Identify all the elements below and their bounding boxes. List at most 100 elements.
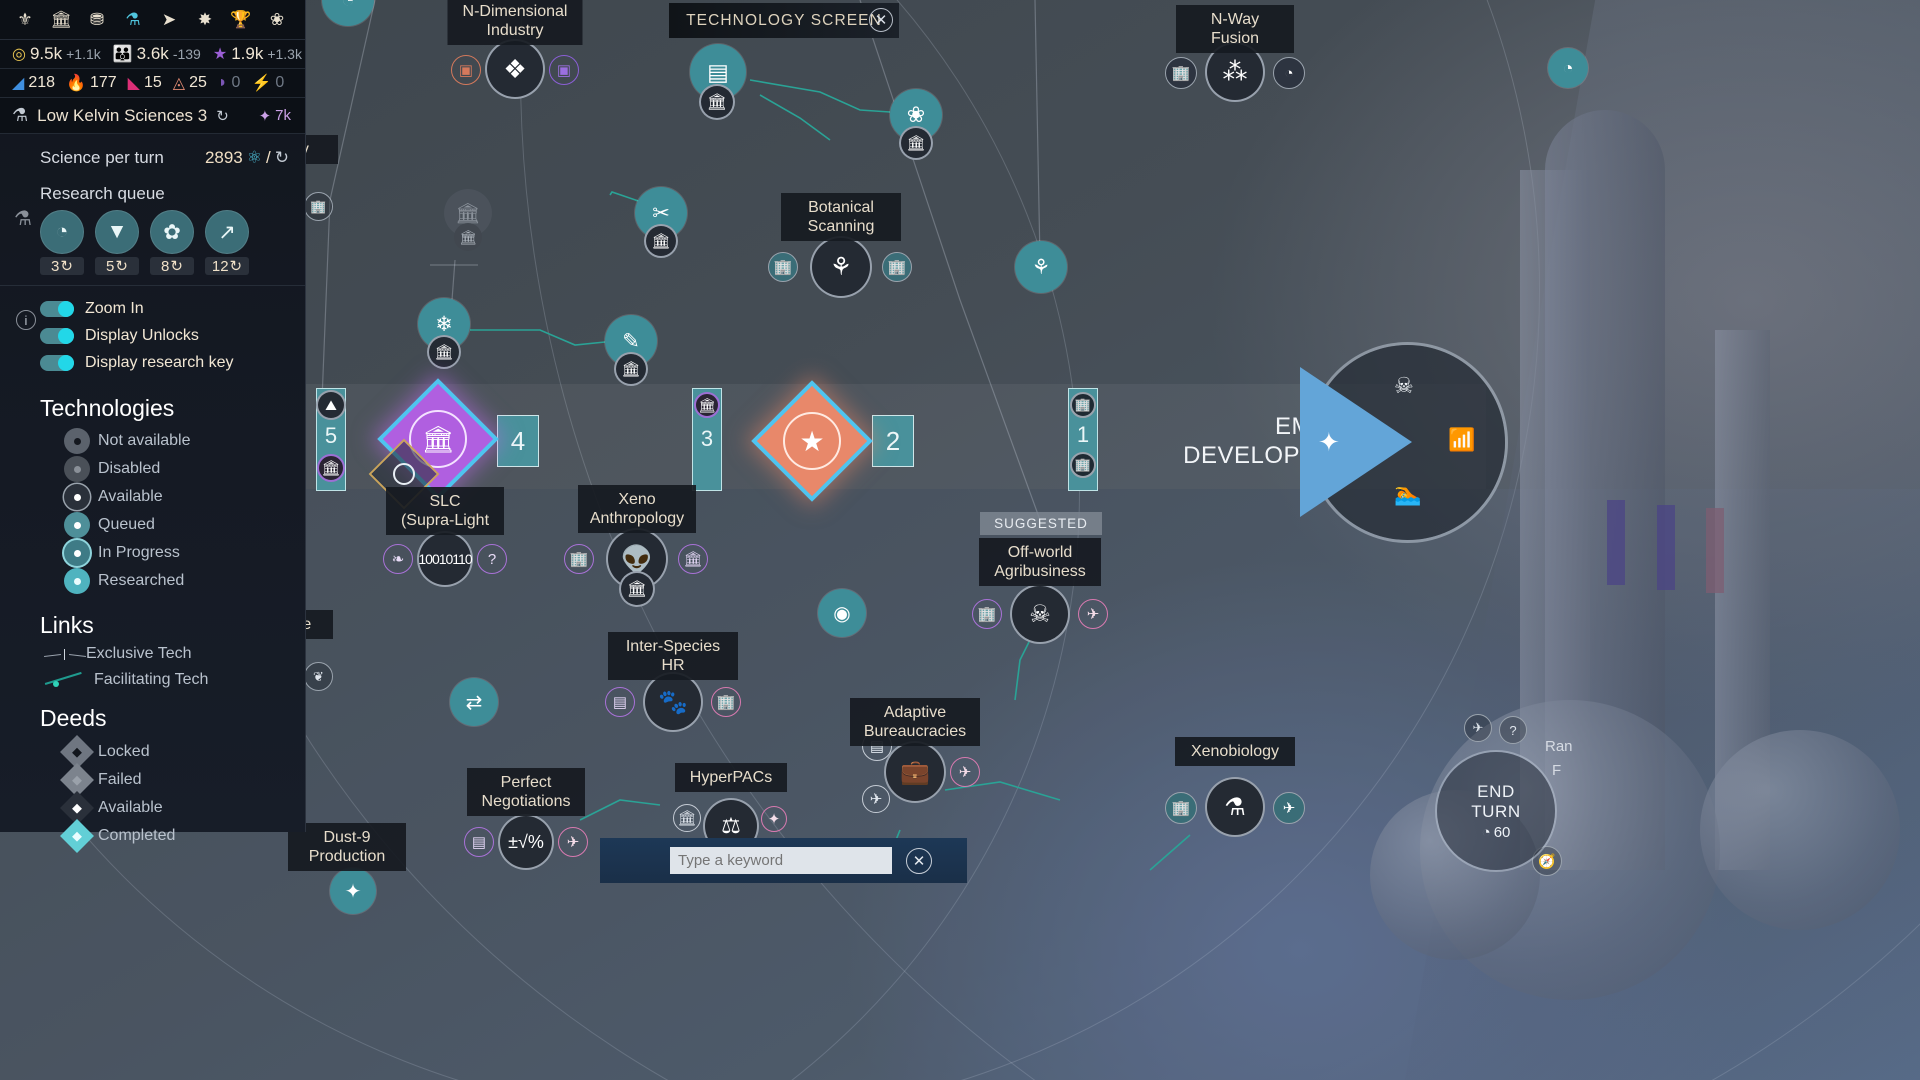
resource-fire[interactable]: 🔥 177 [66, 73, 117, 93]
empire-development-wheel[interactable]: ✦ ☠ 📶 🏊 [1300, 345, 1505, 540]
tech-label-xenobiology[interactable]: Xenobiology [1175, 737, 1295, 766]
close-icon[interactable]: ✕ [869, 8, 893, 32]
end-turn-button[interactable]: END TURN ◔ 60 [1437, 752, 1555, 870]
military-icon[interactable]: ➤ [158, 9, 180, 31]
tech-node-n-dimensional-industry[interactable]: ❖ ▣ ▣ [451, 41, 579, 97]
toggle-display-research-key[interactable]: Display research key [40, 354, 305, 372]
toggle-switch[interactable] [40, 301, 74, 317]
tech-node-xeno-anthropology[interactable]: 👽 🏛 🏢 🏛 [564, 530, 708, 605]
tech-label-botanical-scanning[interactable]: Botanical Scanning [781, 193, 901, 241]
tech-node-teal-a[interactable]: ▤ 🏛 [690, 44, 746, 118]
resource-population[interactable]: 👪 3.6k -139 [113, 44, 201, 64]
toggle-switch[interactable] [40, 355, 74, 371]
research-queue-item[interactable]: ↗ 12 ↻ [205, 210, 249, 275]
tech-node-minor-j[interactable]: ❦ [304, 662, 333, 691]
unlock-chip[interactable]: 🏢 [1165, 792, 1197, 824]
unlock-chip[interactable]: ✈ [862, 785, 890, 813]
tech-label-hyperpacs[interactable]: HyperPACs [675, 763, 787, 792]
influence-icon[interactable]: ✸ [194, 9, 216, 31]
unlock-chip[interactable]: ✦ [761, 806, 787, 832]
close-icon[interactable]: ✕ [906, 847, 932, 874]
search-input[interactable] [670, 847, 892, 874]
resource-influence[interactable]: ★ 1.9k +1.3k [213, 44, 302, 64]
trophy-icon[interactable]: 🏆 [230, 9, 252, 31]
tech-node-minor-i[interactable]: 🏢 [304, 192, 333, 221]
chart-icon[interactable]: 📶 [1448, 427, 1475, 453]
unlock-chip[interactable]: ▤ [464, 827, 494, 857]
tech-label-off-world-agribusiness[interactable]: Off-world Agribusiness [979, 538, 1101, 586]
tech-node-slc-supra-light[interactable]: 10010110 ❧ ? [383, 533, 507, 585]
tech-label-inter-species-hr[interactable]: Inter-Species HR [608, 632, 738, 680]
tech-node-teal-b[interactable]: ❀ 🏛 [890, 89, 942, 158]
unlock-chip[interactable]: 🏢 [564, 544, 594, 574]
tech-node-inter-species-hr[interactable]: 🐾 ▤ 🏢 [605, 674, 741, 730]
unlock-chip[interactable]: 🏛 [673, 804, 701, 832]
tech-node-dust-9-production[interactable]: ✦ [330, 868, 376, 914]
diplomacy-icon[interactable]: ❀ [266, 9, 288, 31]
info-icon[interactable]: i [16, 310, 36, 330]
resource-antimatter[interactable]: ◬ 25 [173, 73, 207, 93]
unlock-chip[interactable]: ✈ [1078, 599, 1108, 629]
resource-energy[interactable]: ⚡ 0 [251, 73, 284, 93]
resource-magenta[interactable]: ◣ 15 [128, 73, 162, 93]
unlock-chip[interactable]: 🏢 [1165, 57, 1197, 89]
unlock-chip[interactable]: 🏢 [972, 599, 1002, 629]
tech-node-teal-d[interactable]: ❄ 🏛 [418, 298, 470, 367]
tech-node-xenobiology[interactable]: ⚗ 🏢 ✈ [1165, 779, 1305, 835]
unlock-chip[interactable]: ? [477, 544, 507, 574]
wheel-side-icon-b[interactable]: ? [1499, 716, 1527, 744]
unlock-chip[interactable]: 🏢 [711, 687, 741, 717]
unlock-chip[interactable]: ▣ [451, 55, 481, 85]
influence-icon: ✦ [258, 107, 272, 125]
tech-node-locked-a[interactable]: 🏛 🏛 [444, 189, 492, 251]
tech-label-n-way-fusion[interactable]: N-Way Fusion [1176, 5, 1294, 53]
unlock-chip[interactable]: 🏢 [768, 252, 798, 282]
tech-node-teal-h[interactable]: ⇄ [450, 678, 498, 726]
tech-label-perfect-negotiations[interactable]: Perfect Negotiations [467, 768, 585, 816]
current-project-row[interactable]: ⚗ Low Kelvin Sciences 3 ↻ ✦ 7k [0, 98, 305, 134]
laurel-icon[interactable]: ⚜ [14, 9, 36, 31]
legend-item-deed-failed: Failed [0, 763, 305, 797]
unlock-chip[interactable]: 🏢 [882, 252, 912, 282]
flask-icon: ⚗ [14, 208, 32, 230]
research-queue-item[interactable]: ▼ 5 ↻ [95, 210, 139, 275]
science-icon[interactable]: ⚗ [122, 9, 144, 31]
tech-node-teal-g[interactable]: ◉ [818, 589, 866, 637]
toggle-display-unlocks[interactable]: Display Unlocks [40, 327, 305, 345]
resource-purple-gem[interactable]: ◗ 0 [218, 74, 241, 92]
unlock-chip[interactable]: ▤ [605, 687, 635, 717]
unlock-chip[interactable]: ❧ [383, 544, 413, 574]
skull-icon[interactable]: ☠ [1394, 373, 1414, 399]
tech-node-teal-c[interactable]: ✂ 🏛 [635, 187, 687, 256]
tech-node-teal-f[interactable]: ⚘ [1015, 241, 1067, 293]
tech-node-teal-e[interactable]: ✎ 🏛 [605, 315, 657, 384]
tech-label-slc-supra-light[interactable]: SLC (Supra-Light [386, 487, 504, 535]
tech-label-xeno-anthropology[interactable]: Xeno Anthropology [578, 485, 696, 533]
industry-icon[interactable]: 🏛 [50, 9, 72, 31]
tech-node-teal-k[interactable]: ◔ [322, 0, 374, 26]
unlock-chip[interactable]: ✈ [558, 827, 588, 857]
toggle-zoom-in[interactable]: Zoom In [40, 300, 305, 318]
tech-node-botanical-scanning[interactable]: ⚘ 🏢 🏢 [768, 238, 912, 296]
tech-node-right-edge[interactable]: ◔ [1548, 48, 1588, 88]
unlock-chip[interactable]: ◔ [1273, 57, 1305, 89]
tech-node-perfect-negotiations[interactable]: ±√% ▤ ✈ [464, 816, 588, 868]
unlock-chip[interactable]: 🏛 [678, 544, 708, 574]
swimmer-icon[interactable]: 🏊 [1394, 481, 1421, 507]
tech-node-off-world-agribusiness[interactable]: ☠ 🏢 ✈ [972, 586, 1108, 642]
tech-node-adaptive-bureaucracies[interactable]: 💼 ▤ ✈ ✈ [862, 731, 980, 813]
toggle-switch[interactable] [40, 328, 74, 344]
legend-item-queued: Queued [0, 512, 305, 538]
unlock-chip[interactable]: ✈ [1273, 792, 1305, 824]
dome [1700, 730, 1900, 930]
research-queue-item[interactable]: ◔ 3 ↻ [40, 210, 84, 275]
wheel-side-icon-a[interactable]: ✈ [1464, 714, 1492, 742]
unlock-chip[interactable]: ✈ [950, 757, 980, 787]
tech-label-n-dimensional-industry[interactable]: N-Dimensional Industry [447, 0, 583, 45]
resource-water[interactable]: ◢ 218 [12, 73, 55, 93]
resource-money[interactable]: ◎ 9.5k +1.1k [12, 44, 101, 64]
money-icon[interactable]: ⛃ [86, 9, 108, 31]
tech-label-adaptive-bureaucracies[interactable]: Adaptive Bureaucracies [850, 698, 980, 746]
research-queue-item[interactable]: ✿ 8 ↻ [150, 210, 194, 275]
unlock-chip[interactable]: ▣ [549, 55, 579, 85]
